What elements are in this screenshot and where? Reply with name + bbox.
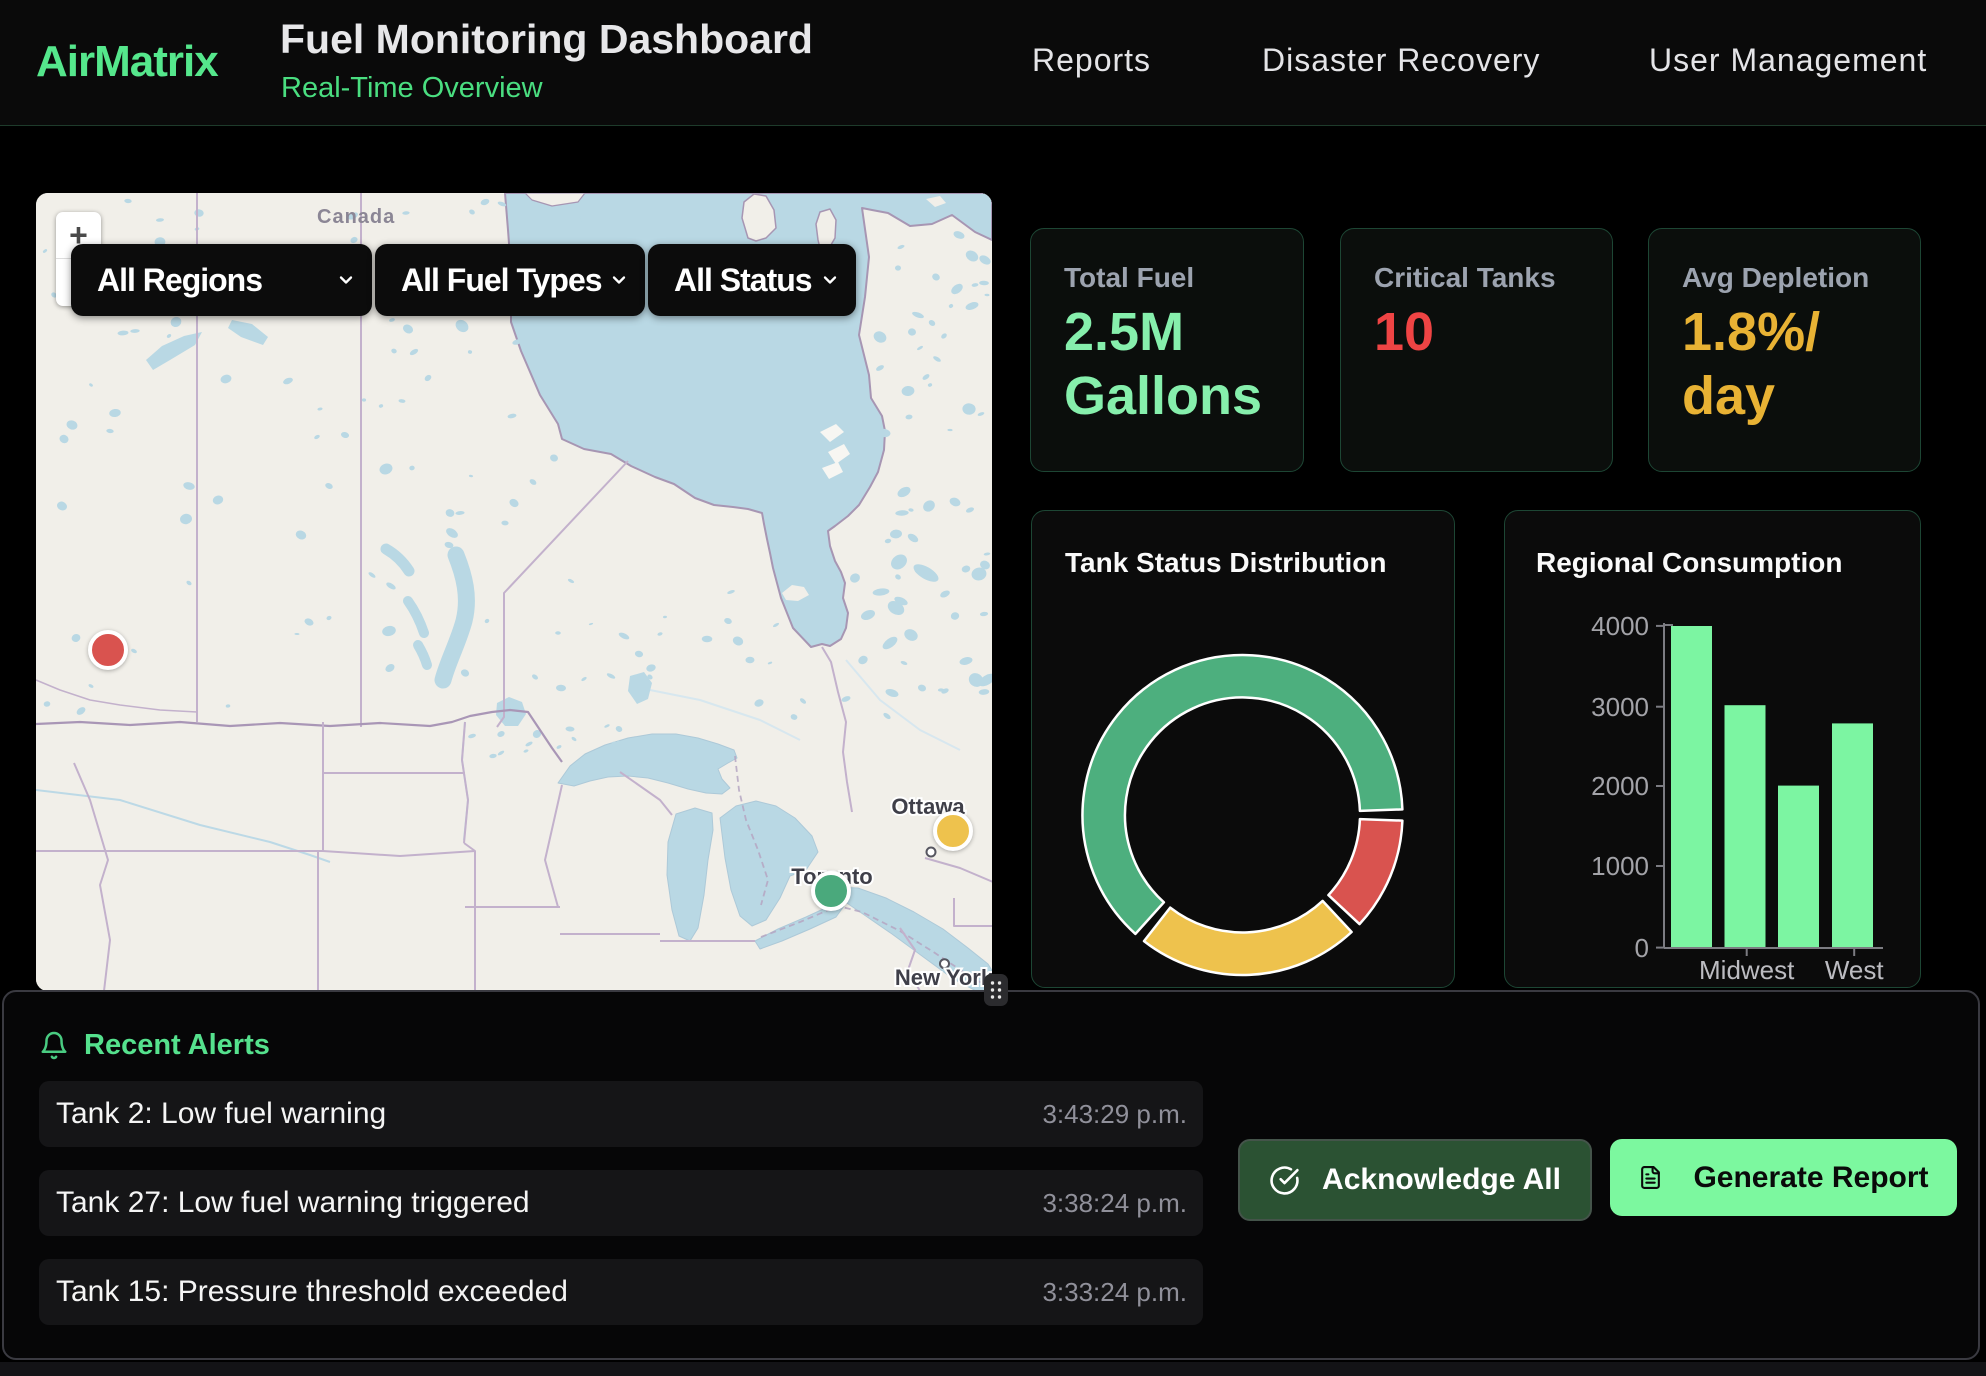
svg-text:New York: New York bbox=[895, 965, 992, 990]
svg-text:Midwest: Midwest bbox=[1699, 955, 1795, 985]
svg-text:1000: 1000 bbox=[1591, 851, 1649, 881]
svg-text:Canada: Canada bbox=[317, 206, 395, 228]
svg-text:West: West bbox=[1825, 955, 1885, 985]
svg-text:2000: 2000 bbox=[1591, 771, 1649, 801]
svg-text:4000: 4000 bbox=[1591, 611, 1649, 641]
svg-text:3000: 3000 bbox=[1591, 692, 1649, 722]
svg-text:0: 0 bbox=[1635, 933, 1649, 963]
